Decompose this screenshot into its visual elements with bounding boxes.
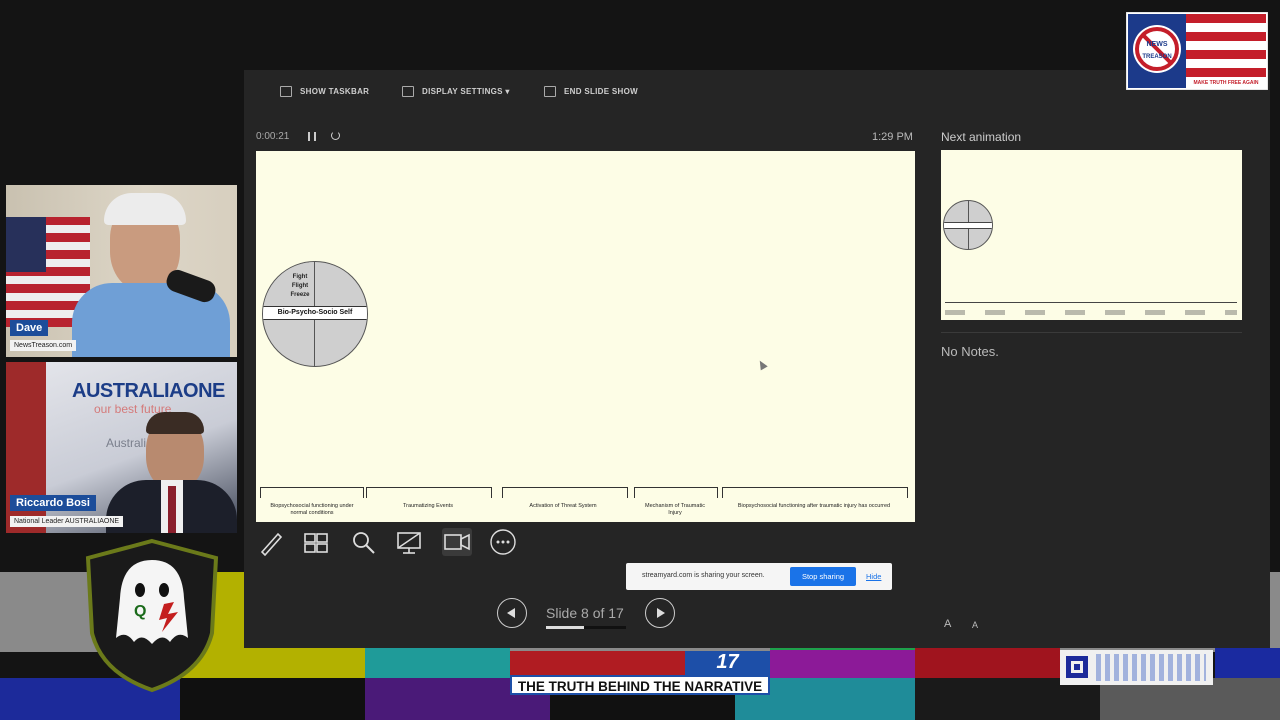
next-animation-preview — [941, 150, 1242, 320]
screen-share-bar: streamyard.com is sharing your screen. S… — [626, 563, 892, 590]
notes-text: No Notes. — [941, 344, 999, 359]
qr-code-block — [1060, 650, 1213, 685]
riccardo-tie — [168, 486, 176, 533]
pause-icon[interactable] — [308, 132, 316, 141]
dave-cap — [104, 193, 186, 225]
display-settings-icon — [402, 86, 414, 97]
participant-name-riccardo: Riccardo Bosi — [10, 495, 96, 511]
color-bar-magenta — [770, 650, 915, 678]
mouse-cursor-icon — [756, 358, 768, 371]
show-taskbar-button[interactable]: SHOW TASKBAR — [280, 86, 369, 97]
display-settings-button[interactable]: DISPLAY SETTINGS ▾ — [402, 86, 510, 97]
ticker-text: THE TRUTH BEHIND THE NARRATIVE — [510, 675, 770, 695]
preview-ruler — [945, 302, 1237, 307]
taskbar-icon — [280, 86, 292, 97]
ruler-label-5: Biopsychosocial functioning after trauma… — [737, 503, 891, 509]
ruler-segment-5 — [722, 487, 908, 498]
bio-psycho-socio-circle: Fight Flight Freeze Bio-Psycho-Socio Sel… — [262, 261, 368, 367]
color-bar-blue-right — [1215, 648, 1280, 678]
ticker-badge: 17 — [685, 651, 770, 675]
next-animation-label: Next animation — [941, 130, 1022, 144]
black-screen-icon[interactable] — [395, 528, 423, 556]
divider-line — [941, 332, 1242, 333]
restart-timer-icon[interactable] — [331, 131, 340, 140]
share-message: streamyard.com is sharing your screen. — [642, 572, 765, 579]
more-options-icon[interactable] — [489, 528, 517, 556]
end-show-icon — [544, 86, 556, 97]
zoom-icon[interactable] — [349, 528, 377, 556]
participant-name-dave: Dave — [10, 320, 49, 336]
banner-brand-text: AUSTRALIAONE — [72, 380, 225, 402]
pen-tool-icon[interactable] — [258, 528, 286, 556]
stop-sharing-button[interactable]: Stop sharing — [790, 567, 856, 586]
ruler-label-2: Traumatizing Events — [403, 503, 453, 509]
camera-tile-dave: Dave NewsTreason.com — [6, 185, 237, 357]
previous-slide-button[interactable] — [497, 598, 527, 628]
color-bar-red — [915, 648, 1060, 678]
ruler-label-1: Biopsychosocial functioning under normal… — [270, 503, 354, 516]
slide-progress-fill — [546, 626, 584, 629]
svg-text:Q: Q — [134, 603, 146, 620]
riccardo-hair — [146, 412, 204, 434]
decrease-font-button[interactable]: A — [972, 620, 978, 630]
news-treason-logo: NEWS TREASON MAKE TRUTH FREE AGAIN — [1126, 12, 1268, 90]
preview-ruler-labels — [945, 310, 1237, 315]
see-all-slides-icon[interactable] — [302, 528, 330, 556]
ticker-badge-bg — [510, 651, 685, 675]
next-slide-button[interactable] — [645, 598, 675, 628]
increase-font-button[interactable]: A — [944, 618, 951, 630]
end-slide-show-button[interactable]: END SLIDE SHOW — [544, 86, 638, 97]
ruler-segment-2 — [366, 487, 492, 498]
participant-subtitle-riccardo: National Leader AUSTRALIAONE — [10, 516, 124, 527]
ruler-segment-3 — [502, 487, 628, 498]
display-settings-label: DISPLAY SETTINGS ▾ — [422, 87, 510, 96]
color-bar-teal — [365, 648, 510, 678]
current-slide: Fight Flight Freeze Bio-Psycho-Socio Sel… — [256, 151, 915, 522]
circle-band: Bio-Psycho-Socio Self — [263, 306, 367, 320]
fight-label: Fight — [292, 274, 308, 280]
american-flag-canton — [6, 217, 46, 272]
camera-tile-riccardo: AUSTRALIAONE our best future AustraliaOn… — [6, 362, 237, 533]
logo-text-news: NEWS — [1147, 41, 1168, 48]
end-slide-show-label: END SLIDE SHOW — [564, 87, 638, 96]
fight-flight-freeze-text: Fight Flight Freeze — [285, 273, 315, 300]
preview-circle-band — [944, 222, 992, 229]
hide-share-bar-link[interactable]: Hide — [866, 572, 881, 581]
freeze-label: Freeze — [290, 292, 310, 298]
ruler-label-3: Activation of Threat System — [529, 503, 597, 509]
participant-subtitle-dave: NewsTreason.com — [10, 340, 77, 351]
flight-label: Flight — [291, 283, 309, 289]
show-taskbar-label: SHOW TASKBAR — [300, 87, 370, 96]
clock-time: 1:29 PM — [872, 131, 913, 143]
slide-counter: Slide 8 of 17 — [546, 605, 624, 621]
ruler-segment-4 — [634, 487, 718, 498]
ruler-label-4: Mechanism of Traumatic Injury — [645, 503, 705, 516]
q-ghost-shield-logo: Q — [85, 538, 219, 693]
ruler-segment-1 — [260, 487, 364, 498]
slide-progress-track — [546, 626, 626, 629]
presenter-view-window: SHOW TASKBAR DISPLAY SETTINGS ▾ END SLID… — [244, 70, 1270, 648]
elapsed-timer: 0:00:21 — [256, 131, 290, 142]
camera-icon[interactable] — [442, 528, 472, 556]
logo-text-treason: TREASON — [1142, 54, 1171, 60]
logo-tagline: MAKE TRUTH FREE AGAIN — [1193, 80, 1258, 86]
preview-circle — [943, 200, 993, 250]
